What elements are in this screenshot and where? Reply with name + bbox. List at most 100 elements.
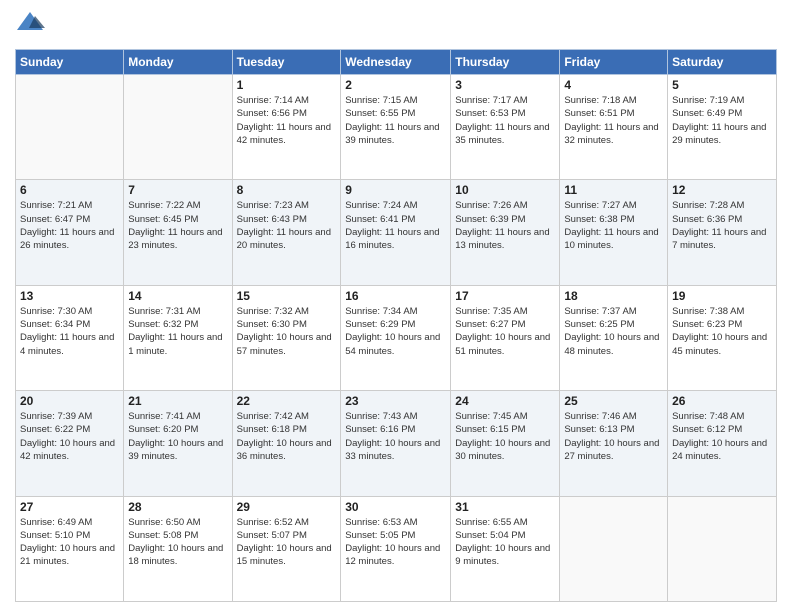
day-number: 18 <box>564 289 663 303</box>
day-number: 10 <box>455 183 555 197</box>
day-info: Sunrise: 7:45 AM Sunset: 6:15 PM Dayligh… <box>455 410 555 463</box>
day-info: Sunrise: 7:39 AM Sunset: 6:22 PM Dayligh… <box>20 410 119 463</box>
calendar-cell: 4 Sunrise: 7:18 AM Sunset: 6:51 PM Daylig… <box>560 75 668 180</box>
day-info: Sunrise: 7:18 AM Sunset: 6:51 PM Dayligh… <box>564 94 663 147</box>
calendar-cell: 19 Sunrise: 7:38 AM Sunset: 6:23 PM Dayli… <box>668 285 777 390</box>
day-number: 21 <box>128 394 227 408</box>
day-number: 9 <box>345 183 446 197</box>
calendar-cell: 24Sunrise: 7:45 AM Sunset: 6:15 PM Dayli… <box>451 391 560 496</box>
day-number: 22 <box>237 394 337 408</box>
calendar-cell: 26 Sunrise: 7:48 AM Sunset: 6:12 PM Dayli… <box>668 391 777 496</box>
weekday-header-thursday: Thursday <box>451 50 560 75</box>
day-info: Sunrise: 7:35 AM Sunset: 6:27 PM Dayligh… <box>455 305 555 358</box>
calendar-week-row: 27 Sunrise: 6:49 AM Sunset: 5:10 PM Dayli… <box>16 496 777 601</box>
day-number: 23 <box>345 394 446 408</box>
calendar-cell <box>124 75 232 180</box>
calendar-cell: 1 Sunrise: 7:14 AM Sunset: 6:56 PM Daylig… <box>232 75 341 180</box>
calendar-cell: 2Sunrise: 7:15 AM Sunset: 6:55 PM Daylig… <box>341 75 451 180</box>
logo <box>15 10 47 43</box>
day-number: 7 <box>128 183 227 197</box>
day-number: 28 <box>128 500 227 514</box>
day-number: 15 <box>237 289 337 303</box>
calendar-cell: 7Sunrise: 7:22 AM Sunset: 6:45 PM Daylig… <box>124 180 232 285</box>
logo-icon <box>15 10 45 43</box>
day-number: 27 <box>20 500 119 514</box>
day-info: Sunrise: 7:48 AM Sunset: 6:12 PM Dayligh… <box>672 410 772 463</box>
weekday-header-monday: Monday <box>124 50 232 75</box>
calendar-cell: 30 Sunrise: 6:53 AM Sunset: 5:05 PM Dayli… <box>341 496 451 601</box>
calendar-cell: 18Sunrise: 7:37 AM Sunset: 6:25 PM Dayli… <box>560 285 668 390</box>
day-info: Sunrise: 7:34 AM Sunset: 6:29 PM Dayligh… <box>345 305 446 358</box>
day-number: 4 <box>564 78 663 92</box>
day-number: 31 <box>455 500 555 514</box>
day-info: Sunrise: 7:31 AM Sunset: 6:32 PM Dayligh… <box>128 305 227 358</box>
calendar-cell: 27 Sunrise: 6:49 AM Sunset: 5:10 PM Dayli… <box>16 496 124 601</box>
day-number: 13 <box>20 289 119 303</box>
day-number: 1 <box>237 78 337 92</box>
calendar-cell: 8Sunrise: 7:23 AM Sunset: 6:43 PM Daylig… <box>232 180 341 285</box>
day-number: 30 <box>345 500 446 514</box>
day-number: 17 <box>455 289 555 303</box>
day-number: 12 <box>672 183 772 197</box>
calendar-cell: 20 Sunrise: 7:39 AM Sunset: 6:22 PM Dayli… <box>16 391 124 496</box>
day-info: Sunrise: 7:46 AM Sunset: 6:13 PM Dayligh… <box>564 410 663 463</box>
calendar-cell <box>560 496 668 601</box>
day-number: 20 <box>20 394 119 408</box>
calendar-cell: 25 Sunrise: 7:46 AM Sunset: 6:13 PM Dayli… <box>560 391 668 496</box>
calendar-table: SundayMondayTuesdayWednesdayThursdayFrid… <box>15 49 777 602</box>
day-info: Sunrise: 7:43 AM Sunset: 6:16 PM Dayligh… <box>345 410 446 463</box>
day-info: Sunrise: 7:17 AM Sunset: 6:53 PM Dayligh… <box>455 94 555 147</box>
calendar-cell: 13 Sunrise: 7:30 AM Sunset: 6:34 PM Dayli… <box>16 285 124 390</box>
day-number: 11 <box>564 183 663 197</box>
calendar-week-row: 20 Sunrise: 7:39 AM Sunset: 6:22 PM Dayli… <box>16 391 777 496</box>
calendar-cell: 3 Sunrise: 7:17 AM Sunset: 6:53 PM Daylig… <box>451 75 560 180</box>
calendar-cell: 6 Sunrise: 7:21 AM Sunset: 6:47 PM Daylig… <box>16 180 124 285</box>
calendar-week-row: 6 Sunrise: 7:21 AM Sunset: 6:47 PM Daylig… <box>16 180 777 285</box>
weekday-header-friday: Friday <box>560 50 668 75</box>
day-number: 14 <box>128 289 227 303</box>
day-info: Sunrise: 7:26 AM Sunset: 6:39 PM Dayligh… <box>455 199 555 252</box>
calendar-cell: 15 Sunrise: 7:32 AM Sunset: 6:30 PM Dayli… <box>232 285 341 390</box>
calendar-week-row: 13 Sunrise: 7:30 AM Sunset: 6:34 PM Dayli… <box>16 285 777 390</box>
day-info: Sunrise: 6:53 AM Sunset: 5:05 PM Dayligh… <box>345 516 446 569</box>
day-info: Sunrise: 7:15 AM Sunset: 6:55 PM Dayligh… <box>345 94 446 147</box>
calendar-cell: 11 Sunrise: 7:27 AM Sunset: 6:38 PM Dayli… <box>560 180 668 285</box>
calendar-cell <box>668 496 777 601</box>
calendar-cell: 31 Sunrise: 6:55 AM Sunset: 5:04 PM Dayli… <box>451 496 560 601</box>
day-info: Sunrise: 7:14 AM Sunset: 6:56 PM Dayligh… <box>237 94 337 147</box>
day-info: Sunrise: 6:50 AM Sunset: 5:08 PM Dayligh… <box>128 516 227 569</box>
day-info: Sunrise: 7:30 AM Sunset: 6:34 PM Dayligh… <box>20 305 119 358</box>
day-info: Sunrise: 6:49 AM Sunset: 5:10 PM Dayligh… <box>20 516 119 569</box>
calendar-cell <box>16 75 124 180</box>
calendar-cell: 29 Sunrise: 6:52 AM Sunset: 5:07 PM Dayli… <box>232 496 341 601</box>
day-info: Sunrise: 6:55 AM Sunset: 5:04 PM Dayligh… <box>455 516 555 569</box>
header <box>15 10 777 43</box>
calendar-cell: 17 Sunrise: 7:35 AM Sunset: 6:27 PM Dayli… <box>451 285 560 390</box>
day-number: 3 <box>455 78 555 92</box>
calendar-cell: 16Sunrise: 7:34 AM Sunset: 6:29 PM Dayli… <box>341 285 451 390</box>
day-info: Sunrise: 7:42 AM Sunset: 6:18 PM Dayligh… <box>237 410 337 463</box>
day-info: Sunrise: 7:23 AM Sunset: 6:43 PM Dayligh… <box>237 199 337 252</box>
calendar-cell: 10 Sunrise: 7:26 AM Sunset: 6:39 PM Dayli… <box>451 180 560 285</box>
day-info: Sunrise: 7:19 AM Sunset: 6:49 PM Dayligh… <box>672 94 772 147</box>
day-info: Sunrise: 7:38 AM Sunset: 6:23 PM Dayligh… <box>672 305 772 358</box>
day-info: Sunrise: 7:21 AM Sunset: 6:47 PM Dayligh… <box>20 199 119 252</box>
day-info: Sunrise: 7:27 AM Sunset: 6:38 PM Dayligh… <box>564 199 663 252</box>
day-number: 25 <box>564 394 663 408</box>
day-info: Sunrise: 6:52 AM Sunset: 5:07 PM Dayligh… <box>237 516 337 569</box>
weekday-header-tuesday: Tuesday <box>232 50 341 75</box>
day-number: 19 <box>672 289 772 303</box>
calendar-cell: 14 Sunrise: 7:31 AM Sunset: 6:32 PM Dayli… <box>124 285 232 390</box>
day-info: Sunrise: 7:24 AM Sunset: 6:41 PM Dayligh… <box>345 199 446 252</box>
calendar-cell: 23 Sunrise: 7:43 AM Sunset: 6:16 PM Dayli… <box>341 391 451 496</box>
weekday-header-saturday: Saturday <box>668 50 777 75</box>
calendar-week-row: 1 Sunrise: 7:14 AM Sunset: 6:56 PM Daylig… <box>16 75 777 180</box>
day-info: Sunrise: 7:32 AM Sunset: 6:30 PM Dayligh… <box>237 305 337 358</box>
calendar-cell: 21Sunrise: 7:41 AM Sunset: 6:20 PM Dayli… <box>124 391 232 496</box>
day-number: 6 <box>20 183 119 197</box>
day-number: 29 <box>237 500 337 514</box>
day-number: 5 <box>672 78 772 92</box>
calendar-cell: 28 Sunrise: 6:50 AM Sunset: 5:08 PM Dayli… <box>124 496 232 601</box>
day-number: 26 <box>672 394 772 408</box>
calendar-header-row: SundayMondayTuesdayWednesdayThursdayFrid… <box>16 50 777 75</box>
